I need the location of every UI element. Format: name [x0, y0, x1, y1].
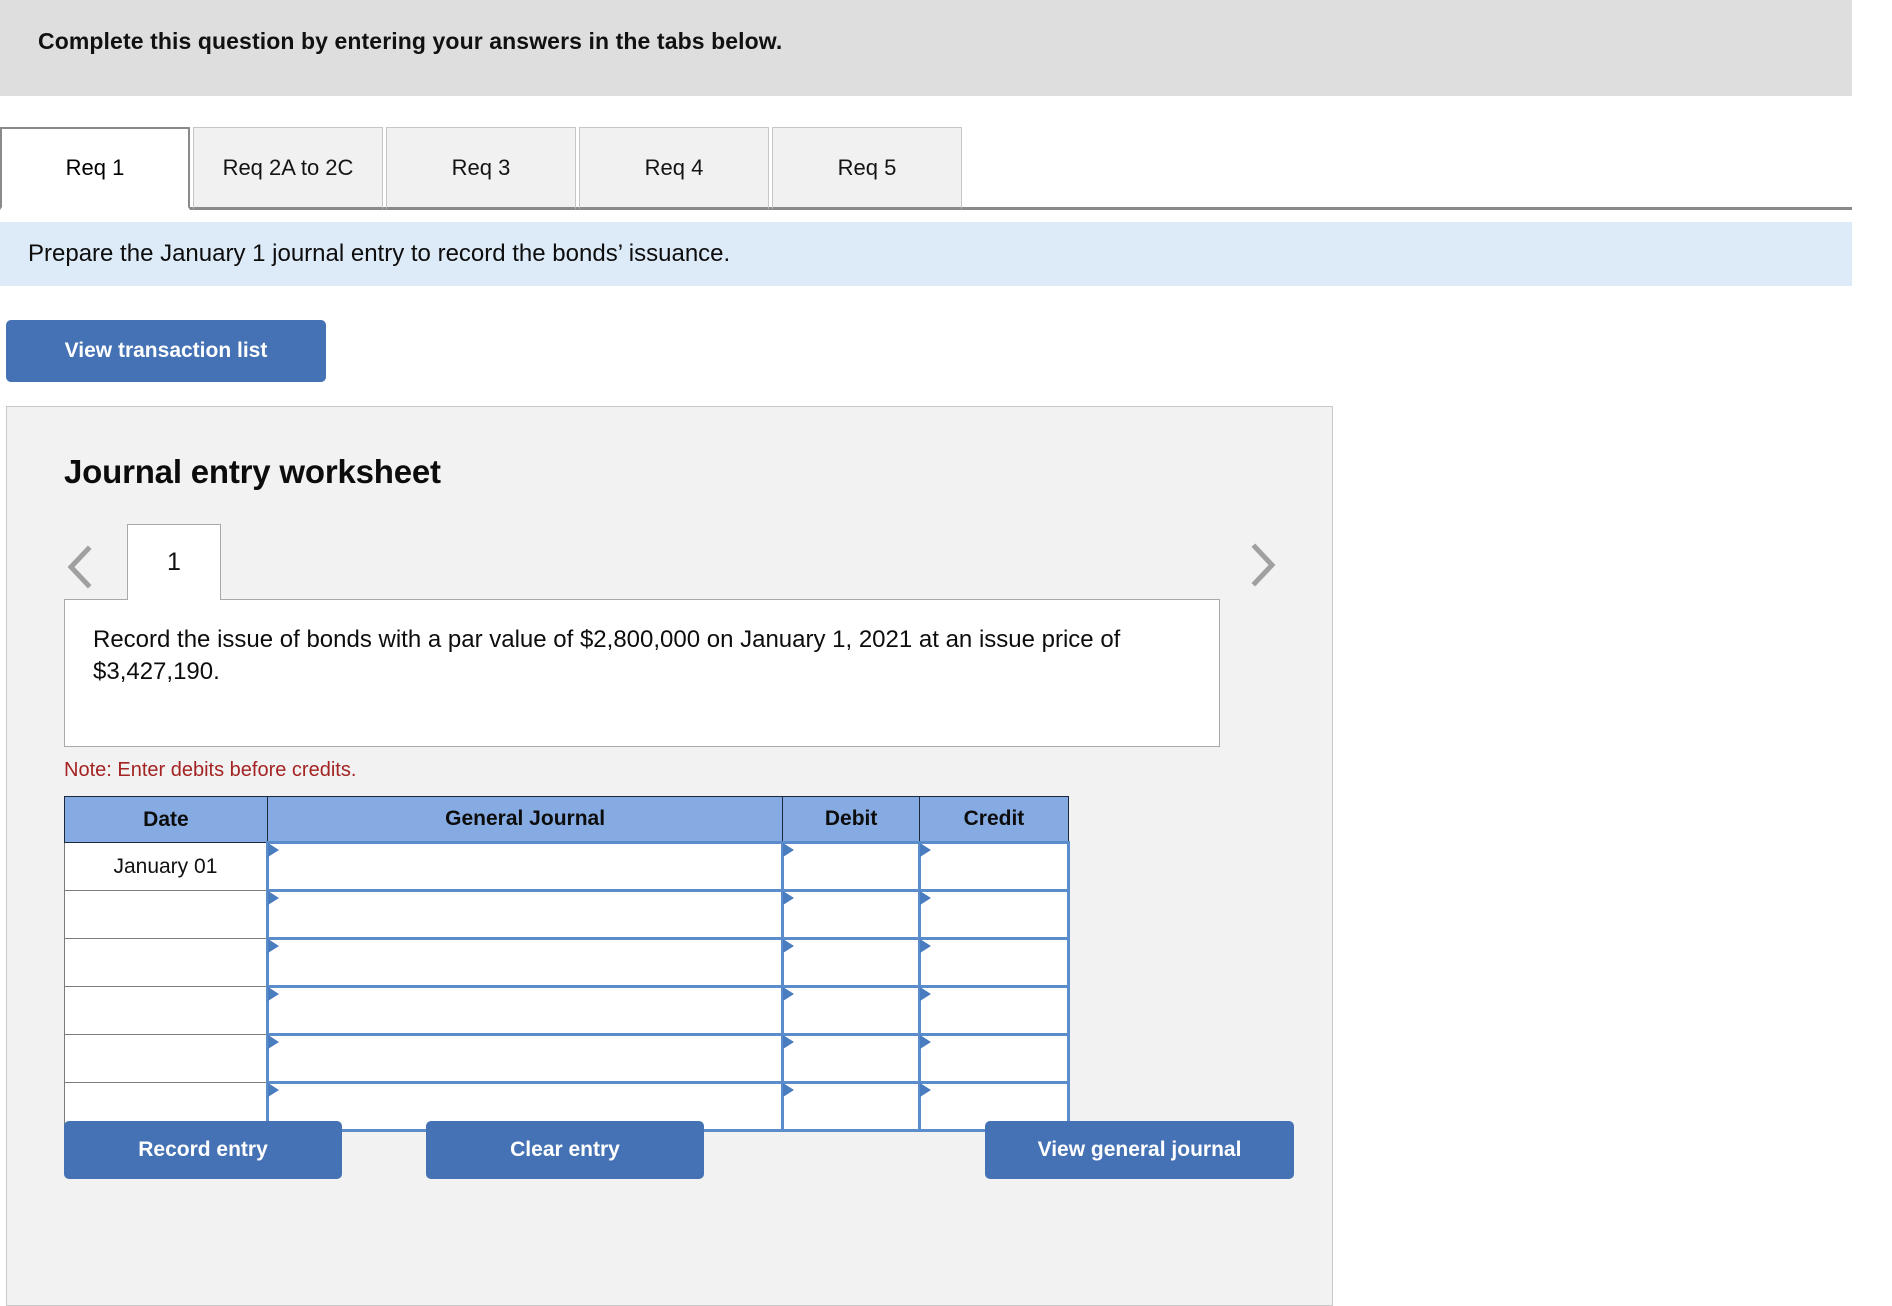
worksheet-page-number: 1 [167, 548, 181, 577]
debits-before-credits-note: Note: Enter debits before credits. [64, 759, 356, 782]
cell-date[interactable] [65, 987, 268, 1035]
journal-entry-worksheet-panel: Journal entry worksheet 1 Record the iss… [6, 406, 1333, 1306]
cell-general-journal[interactable] [267, 939, 782, 987]
view-transaction-list-button[interactable]: View transaction list [6, 320, 326, 382]
tab-req-2a-to-2c[interactable]: Req 2A to 2C [193, 127, 383, 210]
instruction-bar: Prepare the January 1 journal entry to r… [0, 222, 1852, 286]
cell-credit[interactable] [919, 1035, 1068, 1083]
cell-credit[interactable] [919, 891, 1068, 939]
cell-date[interactable] [65, 939, 268, 987]
table-row [65, 939, 1069, 987]
cell-dropdown-marker-icon [783, 987, 794, 1001]
chevron-right-icon[interactable] [1245, 542, 1279, 588]
cell-dropdown-marker-icon [268, 1083, 279, 1097]
cell-dropdown-marker-icon [268, 891, 279, 905]
record-entry-button[interactable]: Record entry [64, 1121, 342, 1179]
instruction-text: Prepare the January 1 journal entry to r… [28, 240, 730, 268]
worksheet-title: Journal entry worksheet [64, 453, 1332, 491]
record-entry-label: Record entry [138, 1138, 268, 1162]
tab-req-5[interactable]: Req 5 [772, 127, 962, 210]
view-transaction-list-label: View transaction list [65, 339, 268, 363]
cell-debit[interactable] [783, 1035, 920, 1083]
cell-dropdown-marker-icon [268, 939, 279, 953]
table-row [65, 1035, 1069, 1083]
cell-dropdown-marker-icon [920, 1035, 931, 1049]
tab-label: Req 4 [645, 155, 704, 181]
cell-dropdown-marker-icon [920, 1083, 931, 1097]
cell-dropdown-marker-icon [783, 891, 794, 905]
cell-credit[interactable] [919, 843, 1068, 891]
cell-dropdown-marker-icon [920, 987, 931, 1001]
column-header-general-journal: General Journal [267, 797, 782, 843]
tab-req-1[interactable]: Req 1 [0, 127, 190, 210]
requirement-tab-strip: Req 1 Req 2A to 2C Req 3 Req 4 Req 5 [0, 124, 1892, 210]
cell-dropdown-marker-icon [920, 939, 931, 953]
tab-label: Req 3 [452, 155, 511, 181]
cell-date[interactable] [65, 1035, 268, 1083]
question-header-banner: Complete this question by entering your … [0, 0, 1852, 96]
cell-date[interactable]: January 01 [65, 843, 268, 891]
tab-req-3[interactable]: Req 3 [386, 127, 576, 210]
cell-credit[interactable] [919, 939, 1068, 987]
view-general-journal-label: View general journal [1038, 1138, 1242, 1162]
tab-req-4[interactable]: Req 4 [579, 127, 769, 210]
table-header-row: Date General Journal Debit Credit [65, 797, 1069, 843]
cell-dropdown-marker-icon [783, 1083, 794, 1097]
tab-label: Req 5 [838, 155, 897, 181]
worksheet-page-tab-1[interactable]: 1 [127, 524, 221, 600]
cell-dropdown-marker-icon [268, 1035, 279, 1049]
transaction-description-box: Record the issue of bonds with a par val… [64, 599, 1220, 747]
cell-debit[interactable] [783, 891, 920, 939]
tab-label: Req 2A to 2C [223, 155, 354, 181]
worksheet-pager: 1 [64, 524, 1279, 600]
cell-credit[interactable] [919, 987, 1068, 1035]
cell-dropdown-marker-icon [920, 891, 931, 905]
cell-debit[interactable] [783, 939, 920, 987]
cell-debit[interactable] [783, 987, 920, 1035]
clear-entry-button[interactable]: Clear entry [426, 1121, 704, 1179]
page-title: Complete this question by entering your … [38, 28, 782, 55]
table-row [65, 987, 1069, 1035]
cell-date[interactable] [65, 891, 268, 939]
column-header-credit: Credit [919, 797, 1068, 843]
tab-label: Req 1 [66, 155, 125, 181]
cell-general-journal[interactable] [267, 891, 782, 939]
cell-general-journal[interactable] [267, 1035, 782, 1083]
table-row [65, 891, 1069, 939]
cell-general-journal[interactable] [267, 987, 782, 1035]
table-row: January 01 [65, 843, 1069, 891]
cell-dropdown-marker-icon [268, 843, 279, 857]
view-general-journal-button[interactable]: View general journal [985, 1121, 1294, 1179]
cell-dropdown-marker-icon [783, 843, 794, 857]
cell-dropdown-marker-icon [783, 939, 794, 953]
column-header-debit: Debit [783, 797, 920, 843]
column-header-date: Date [65, 797, 268, 843]
cell-debit[interactable] [783, 1083, 920, 1131]
cell-dropdown-marker-icon [920, 843, 931, 857]
transaction-description-text: Record the issue of bonds with a par val… [93, 624, 1133, 688]
cell-dropdown-marker-icon [783, 1035, 794, 1049]
clear-entry-label: Clear entry [510, 1138, 620, 1162]
journal-entry-table: Date General Journal Debit Credit Januar… [64, 796, 1070, 1132]
chevron-left-icon[interactable] [64, 544, 98, 590]
cell-dropdown-marker-icon [268, 987, 279, 1001]
cell-debit[interactable] [783, 843, 920, 891]
cell-general-journal[interactable] [267, 843, 782, 891]
